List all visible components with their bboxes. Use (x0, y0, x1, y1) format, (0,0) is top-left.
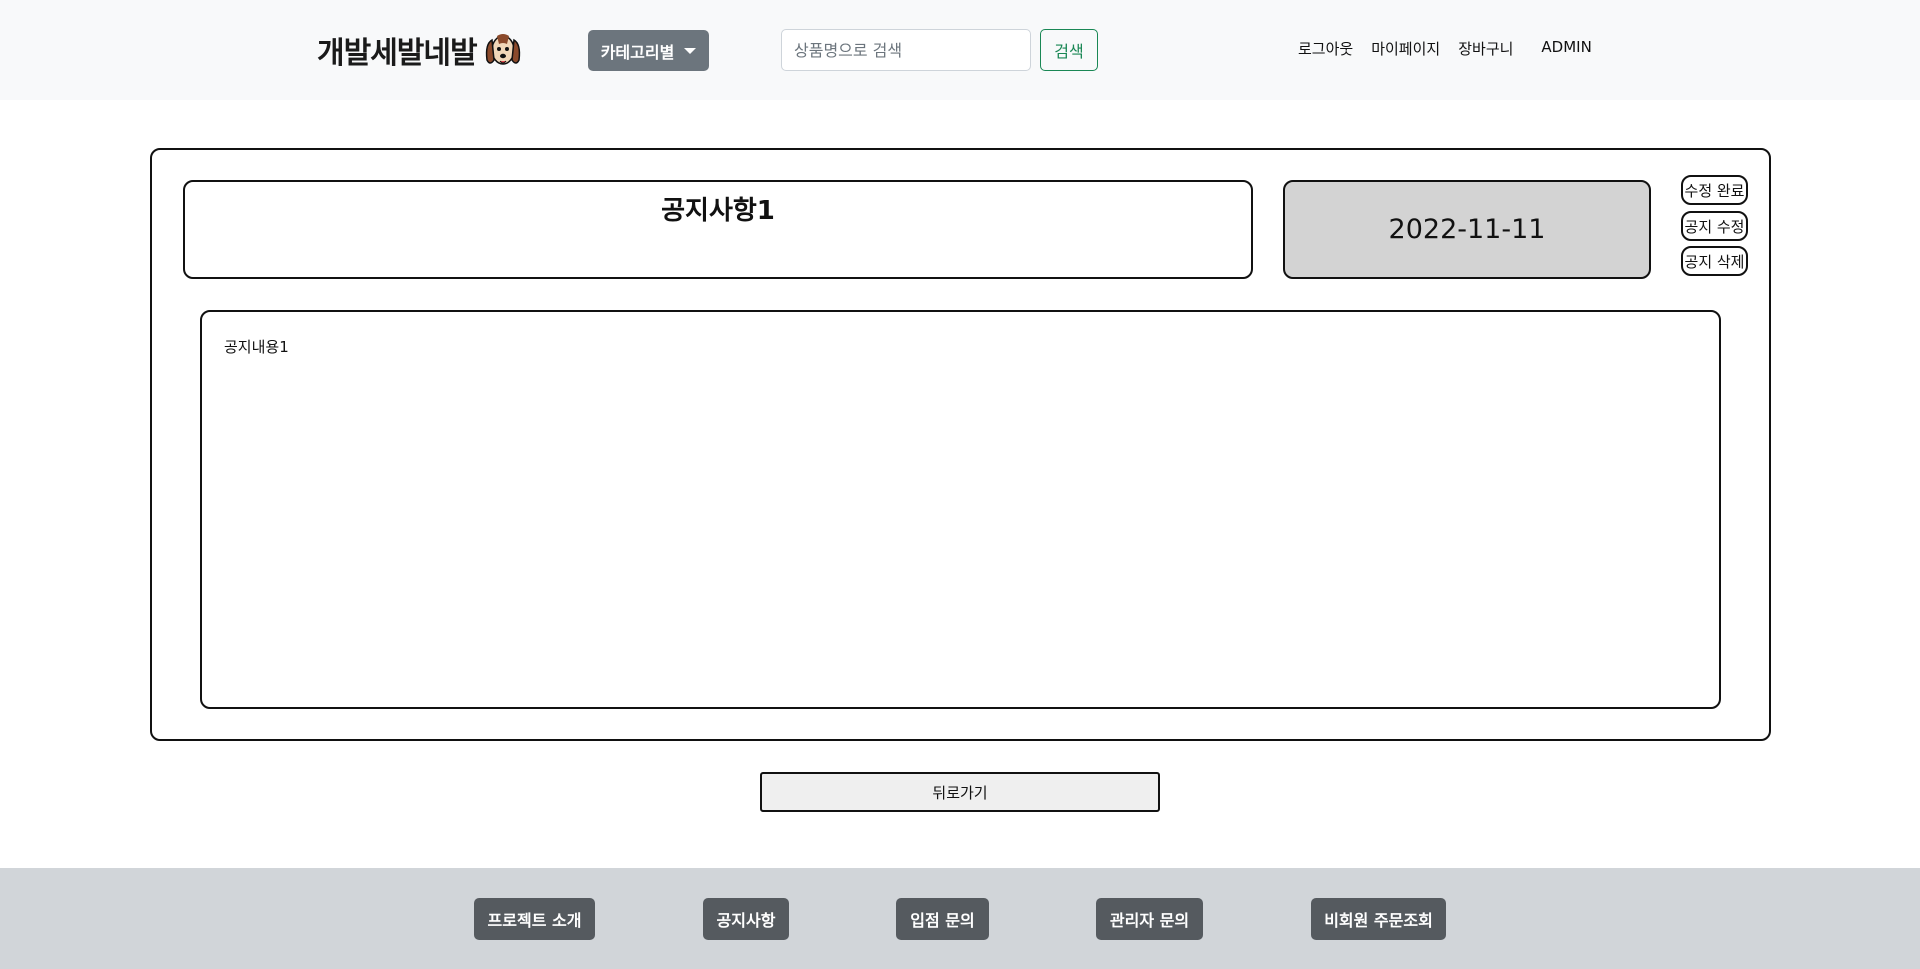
edit-notice-button[interactable]: 공지 수정 (1681, 211, 1748, 241)
category-dropdown-button[interactable]: 카테고리별 (588, 30, 709, 71)
notice-date: 2022-11-11 (1283, 180, 1651, 279)
notice-title-box[interactable]: 공지사항1 (183, 180, 1253, 279)
notice-content[interactable]: 공지내용1 (200, 310, 1721, 709)
back-button[interactable]: 뒤로가기 (760, 772, 1160, 812)
caret-down-icon (684, 47, 697, 54)
category-label: 카테고리별 (600, 42, 675, 62)
logo-text: 개발세발네발 (317, 36, 478, 71)
notice-content-text: 공지내용1 (224, 338, 289, 356)
header: 개발세발네발 카테고리별 검색 로그아웃 마이페이지 장바구니 ADMIN (0, 0, 1920, 100)
footer-guest-order-button[interactable]: 비회원 주문조회 (1311, 898, 1446, 940)
search-button[interactable]: 검색 (1040, 29, 1098, 71)
cart-link[interactable]: 장바구니 (1458, 38, 1513, 59)
footer-project-intro-button[interactable]: 프로젝트 소개 (474, 898, 595, 940)
edit-complete-button[interactable]: 수정 완료 (1681, 175, 1748, 205)
logout-link[interactable]: 로그아웃 (1298, 38, 1353, 59)
footer-store-inquiry-button[interactable]: 입점 문의 (896, 898, 989, 940)
admin-link[interactable]: ADMIN (1541, 38, 1591, 59)
logo[interactable]: 개발세발네발 (317, 28, 523, 72)
mypage-link[interactable]: 마이페이지 (1371, 38, 1440, 59)
footer-notice-button[interactable]: 공지사항 (703, 898, 789, 940)
search-input[interactable] (781, 29, 1031, 71)
dog-logo-icon (485, 34, 520, 65)
notice-title: 공지사항1 (661, 196, 775, 226)
footer: 프로젝트 소개 공지사항 입점 문의 관리자 문의 비회원 주문조회 (0, 868, 1920, 969)
delete-notice-button[interactable]: 공지 삭제 (1681, 246, 1748, 276)
footer-admin-inquiry-button[interactable]: 관리자 문의 (1096, 898, 1203, 940)
user-nav: 로그아웃 마이페이지 장바구니 ADMIN (1298, 38, 1592, 59)
